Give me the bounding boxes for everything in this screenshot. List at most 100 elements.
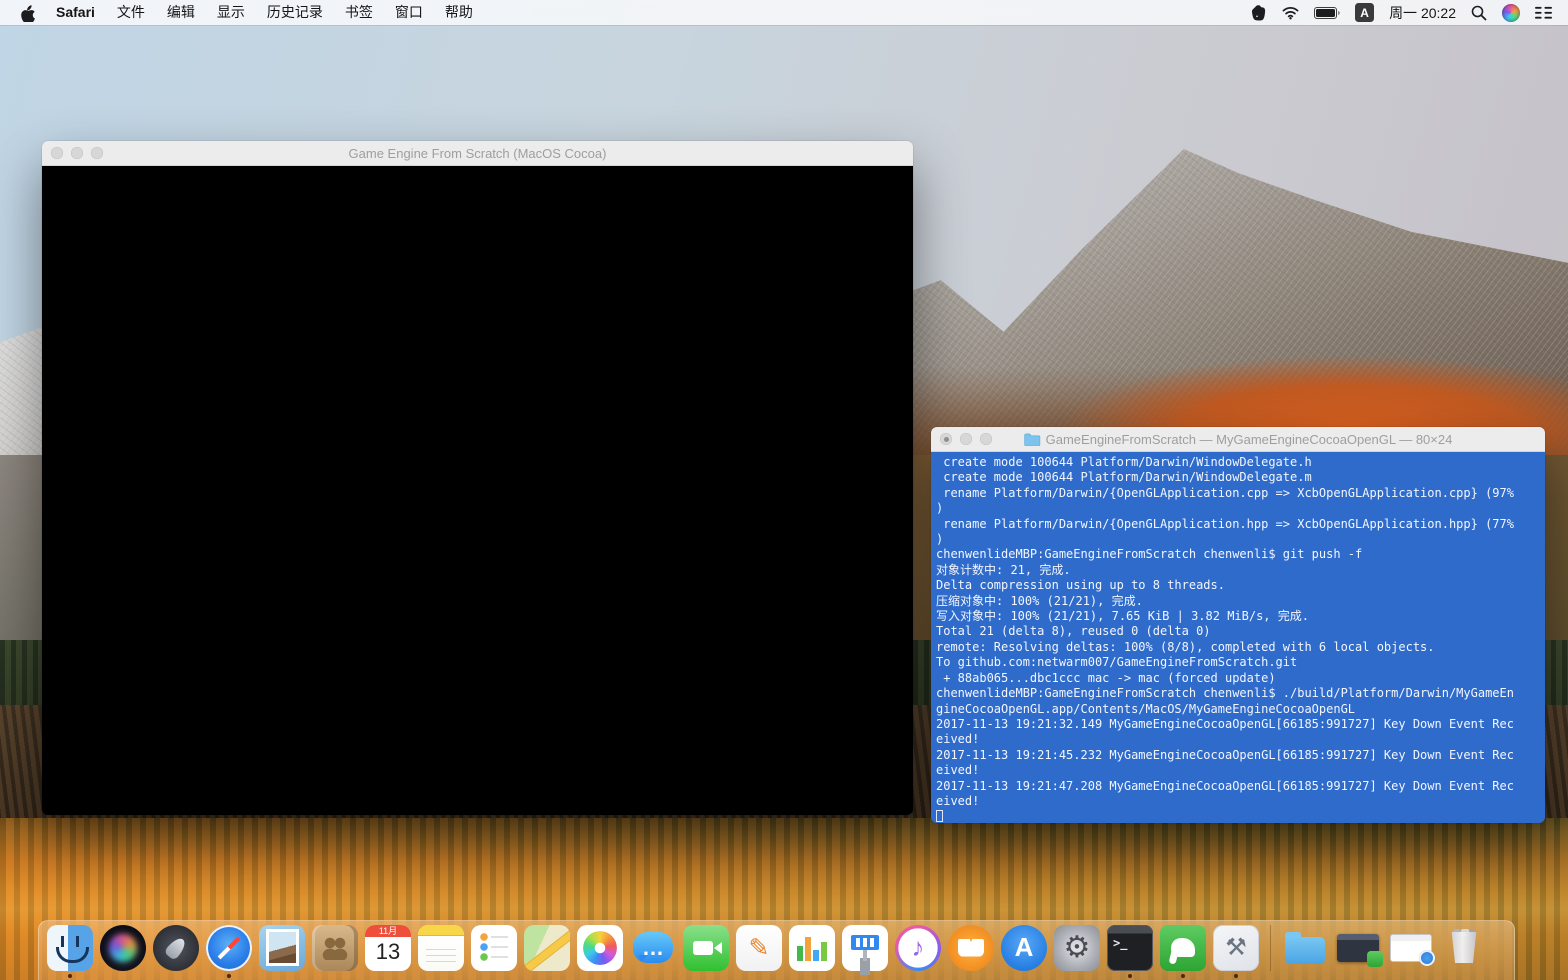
dock-pages[interactable]: ✎	[736, 925, 782, 971]
pages-glyph: ✎	[749, 933, 770, 963]
evernote-icon	[1160, 925, 1206, 971]
dock-safari[interactable]	[206, 925, 252, 971]
terminal-line: rename Platform/Darwin/{OpenGLApplicatio…	[936, 486, 1545, 501]
menu-help[interactable]: 帮助	[434, 0, 484, 25]
menu-bookmarks[interactable]: 书签	[334, 0, 384, 25]
terminal-titlebar[interactable]: GameEngineFromScratch — MyGameEngineCoco…	[931, 427, 1545, 452]
dock-contacts[interactable]	[312, 925, 358, 971]
contacts-icon	[312, 925, 358, 971]
photos-icon	[577, 925, 623, 971]
reminders-glyph	[479, 931, 509, 965]
dock-maps[interactable]	[524, 925, 570, 971]
mail-glyph	[266, 929, 299, 966]
menu-window[interactable]: 窗口	[384, 0, 434, 25]
dock-numbers[interactable]	[789, 925, 835, 971]
battery-icon[interactable]	[1314, 7, 1340, 19]
trash-icon	[1441, 925, 1487, 971]
terminal-line: 2017-11-13 19:21:32.149 MyGameEngineCoco…	[936, 717, 1545, 732]
terminal-line: chenwenlideMBP:GameEngineFromScratch che…	[936, 547, 1545, 562]
close-button[interactable]	[940, 433, 952, 445]
terminal-line: eived!	[936, 794, 1545, 809]
notification-center-icon[interactable]	[1535, 6, 1552, 20]
active-app-name[interactable]: Safari	[45, 0, 106, 25]
numbers-icon	[789, 925, 835, 971]
menu-bar-clock[interactable]: 周一 20:22	[1389, 3, 1456, 23]
sysprefs-glyph: ⚙	[1064, 933, 1091, 963]
dock-keynote[interactable]	[842, 925, 888, 971]
terminal-line: rename Platform/Darwin/{OpenGLApplicatio…	[936, 517, 1545, 532]
terminal-line: eived!	[936, 763, 1545, 778]
dock-sysprefs[interactable]: ⚙	[1054, 925, 1100, 971]
wifi-icon[interactable]	[1282, 6, 1299, 20]
dock-trash[interactable]	[1441, 925, 1487, 971]
spotlight-search-icon[interactable]	[1471, 5, 1487, 21]
minimize-button[interactable]	[71, 147, 83, 159]
terminal-line: chenwenlideMBP:GameEngineFromScratch che…	[936, 686, 1545, 701]
itunes-glyph: ♪	[912, 932, 925, 963]
facetime-glyph	[693, 941, 713, 955]
minimize-button[interactable]	[960, 433, 972, 445]
dock-appstore[interactable]: A	[1001, 925, 1047, 971]
apple-menu[interactable]	[10, 4, 45, 22]
close-button[interactable]	[51, 147, 63, 159]
terminal-output[interactable]: create mode 100644 Platform/Darwin/Windo…	[931, 452, 1545, 823]
ibooks-icon	[948, 925, 994, 971]
finder-icon	[47, 925, 93, 971]
dock-mail[interactable]	[259, 925, 305, 971]
zoom-button[interactable]	[980, 433, 992, 445]
zoom-button[interactable]	[91, 147, 103, 159]
dock-notes[interactable]	[418, 925, 464, 971]
terminal-line: 压缩对象中: 100% (21/21), 完成.	[936, 594, 1545, 609]
evernote-glyph	[1171, 938, 1195, 957]
terminal-line: To github.com:netwarm007/GameEngineFromS…	[936, 655, 1545, 670]
terminal-line: eived!	[936, 732, 1545, 747]
dock-folder[interactable]	[1282, 925, 1328, 971]
menu-view[interactable]: 显示	[206, 0, 256, 25]
evernote-status-icon[interactable]	[1251, 5, 1267, 21]
dock-ibooks[interactable]	[948, 925, 994, 971]
game-render-canvas[interactable]	[42, 166, 913, 815]
dock-messages[interactable]: …	[630, 925, 676, 971]
dock-itunes[interactable]: ♪	[895, 925, 941, 971]
terminal-line: 2017-11-13 19:21:45.232 MyGameEngineCoco…	[936, 748, 1545, 763]
folder-glyph	[1285, 937, 1325, 964]
terminal-line: create mode 100644 Platform/Darwin/Windo…	[936, 455, 1545, 470]
dock-finder[interactable]	[47, 925, 93, 971]
siri-icon[interactable]	[1502, 4, 1520, 22]
safari-icon	[206, 925, 252, 971]
reminders-icon	[471, 925, 517, 971]
dock-minwin-safari[interactable]	[1388, 925, 1434, 971]
dock-photos[interactable]	[577, 925, 623, 971]
dock: 13 … ✎ ♪ A ⚙ >_ ⚒	[38, 920, 1515, 980]
siri-icon	[100, 925, 146, 971]
siri-glyph	[109, 934, 137, 962]
dock-calendar[interactable]: 13	[365, 925, 411, 971]
terminal-window-controls	[940, 427, 992, 451]
dock-facetime[interactable]	[683, 925, 729, 971]
dock-reminders[interactable]	[471, 925, 517, 971]
mail-icon	[259, 925, 305, 971]
maps-icon	[524, 925, 570, 971]
menu-edit[interactable]: 编辑	[156, 0, 206, 25]
keynote-icon	[842, 925, 888, 971]
dock-minwin-evernote[interactable]	[1335, 925, 1381, 971]
dock-terminal[interactable]: >_	[1107, 925, 1153, 971]
photos-glyph	[583, 931, 617, 965]
appstore-glyph: A	[1015, 932, 1034, 963]
dock-xcode[interactable]: ⚒	[1213, 925, 1259, 971]
terminal-line: 对象计数中: 21, 完成.	[936, 563, 1545, 578]
dock-evernote[interactable]	[1160, 925, 1206, 971]
terminal-window: GameEngineFromScratch — MyGameEngineCoco…	[931, 427, 1545, 823]
game-window-titlebar[interactable]: Game Engine From Scratch (MacOS Cocoa)	[42, 141, 913, 166]
menu-file[interactable]: 文件	[106, 0, 156, 25]
input-method-badge[interactable]: A	[1355, 3, 1374, 22]
terminal-line: remote: Resolving deltas: 100% (8/8), co…	[936, 640, 1545, 655]
terminal-icon: >_	[1107, 925, 1153, 971]
launchpad-glyph	[164, 935, 189, 961]
dock-launchpad[interactable]	[153, 925, 199, 971]
menu-history[interactable]: 历史记录	[256, 0, 334, 25]
game-window-controls	[51, 141, 103, 165]
dock-siri[interactable]	[100, 925, 146, 971]
appstore-icon: A	[1001, 925, 1047, 971]
terminal-window-title: GameEngineFromScratch — MyGameEngineCoco…	[931, 432, 1545, 447]
